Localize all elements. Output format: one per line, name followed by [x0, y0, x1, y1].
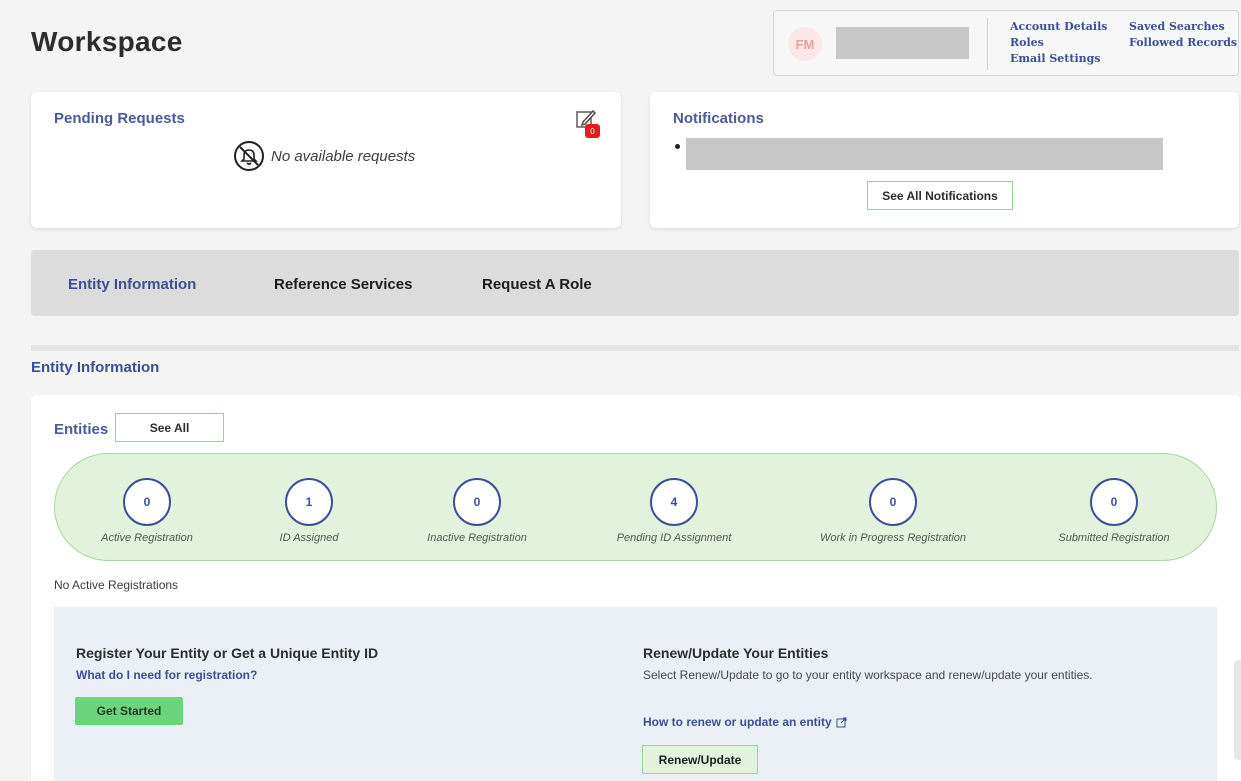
account-divider — [987, 18, 988, 70]
renew-help-link-wrapper[interactable]: How to renew or update an entity — [643, 715, 847, 729]
stat-count: 0 — [869, 478, 917, 526]
renew-title: Renew/Update Your Entities — [643, 645, 829, 661]
no-requests-message: No available requests — [233, 140, 415, 172]
account-links-primary: Account Details Roles Email Settings — [1010, 19, 1107, 67]
registration-requirements-link[interactable]: What do I need for registration? — [76, 668, 257, 682]
stat-active-registration[interactable]: 0 Active Registration — [67, 478, 227, 544]
stat-id-assigned[interactable]: 1 ID Assigned — [229, 478, 389, 544]
section-heading: Entity Information — [31, 359, 160, 376]
stat-label: Active Registration — [101, 532, 193, 544]
stat-count: 0 — [453, 478, 501, 526]
stat-label: Inactive Registration — [427, 532, 527, 544]
stat-count: 4 — [650, 478, 698, 526]
stat-label: Work in Progress Registration — [819, 532, 967, 544]
get-started-button[interactable]: Get Started — [75, 697, 183, 725]
stat-count: 0 — [123, 478, 171, 526]
no-requests-text: No available requests — [271, 147, 416, 165]
stat-label: Submitted Registration — [1058, 532, 1170, 544]
followed-records-link[interactable]: Followed Records — [1129, 35, 1237, 51]
notification-item-redacted[interactable] — [686, 138, 1163, 170]
tab-reference-services[interactable]: Reference Services — [274, 276, 412, 293]
account-panel: FM Account Details Roles Email Settings … — [773, 10, 1239, 76]
entity-stats-bar: 0 Active Registration 1 ID Assigned 0 In… — [54, 453, 1217, 561]
workspace-tabs: Entity Information Reference Services Re… — [31, 250, 1239, 316]
notifications-card: Notifications See All Notifications — [650, 92, 1239, 228]
edit-requests-button[interactable]: 0 — [575, 108, 600, 138]
external-link-icon — [836, 717, 847, 727]
account-links-secondary: Saved Searches Followed Records — [1129, 19, 1237, 51]
section-divider — [31, 345, 1239, 351]
stat-submitted-registration[interactable]: 0 Submitted Registration — [1034, 478, 1194, 544]
floating-side-tab[interactable] — [1234, 660, 1241, 760]
renew-help-link[interactable]: How to renew or update an entity — [643, 715, 832, 729]
renew-description: Select Renew/Update to go to your entity… — [643, 668, 1093, 682]
roles-link[interactable]: Roles — [1010, 35, 1107, 51]
no-notifications-icon — [234, 141, 264, 171]
account-details-link[interactable]: Account Details — [1010, 19, 1107, 35]
stat-work-in-progress-registration[interactable]: 0 Work in Progress Registration — [813, 478, 973, 544]
email-settings-link[interactable]: Email Settings — [1010, 51, 1107, 67]
page-title: Workspace — [31, 26, 183, 57]
notifications-title: Notifications — [673, 110, 764, 127]
stat-label: Pending ID Assignment — [616, 532, 732, 544]
tab-request-a-role[interactable]: Request A Role — [482, 276, 592, 293]
see-all-notifications-button[interactable]: See All Notifications — [867, 181, 1013, 210]
pending-count-badge: 0 — [585, 124, 600, 138]
stat-label: ID Assigned — [279, 532, 339, 544]
stat-pending-id-assignment[interactable]: 4 Pending ID Assignment — [594, 478, 754, 544]
register-title: Register Your Entity or Get a Unique Ent… — [76, 645, 379, 661]
stat-count: 1 — [285, 478, 333, 526]
renew-update-button[interactable]: Renew/Update — [642, 745, 758, 774]
registration-actions-panel: Register Your Entity or Get a Unique Ent… — [54, 607, 1217, 781]
pending-requests-title: Pending Requests — [54, 110, 185, 127]
entities-label: Entities — [54, 421, 109, 438]
user-name-redacted — [836, 27, 969, 59]
see-all-entities-button[interactable]: See All — [115, 413, 224, 442]
stat-count: 0 — [1090, 478, 1138, 526]
tab-entity-information[interactable]: Entity Information — [68, 276, 196, 293]
avatar[interactable]: FM — [788, 27, 822, 61]
saved-searches-link[interactable]: Saved Searches — [1129, 19, 1237, 35]
pending-requests-card: Pending Requests No available requests 0 — [31, 92, 621, 228]
no-active-registrations-text: No Active Registrations — [54, 578, 179, 592]
stat-inactive-registration[interactable]: 0 Inactive Registration — [397, 478, 557, 544]
entities-card: Entities See All 0 Active Registration 1… — [31, 395, 1241, 781]
notification-bullet — [675, 144, 680, 149]
